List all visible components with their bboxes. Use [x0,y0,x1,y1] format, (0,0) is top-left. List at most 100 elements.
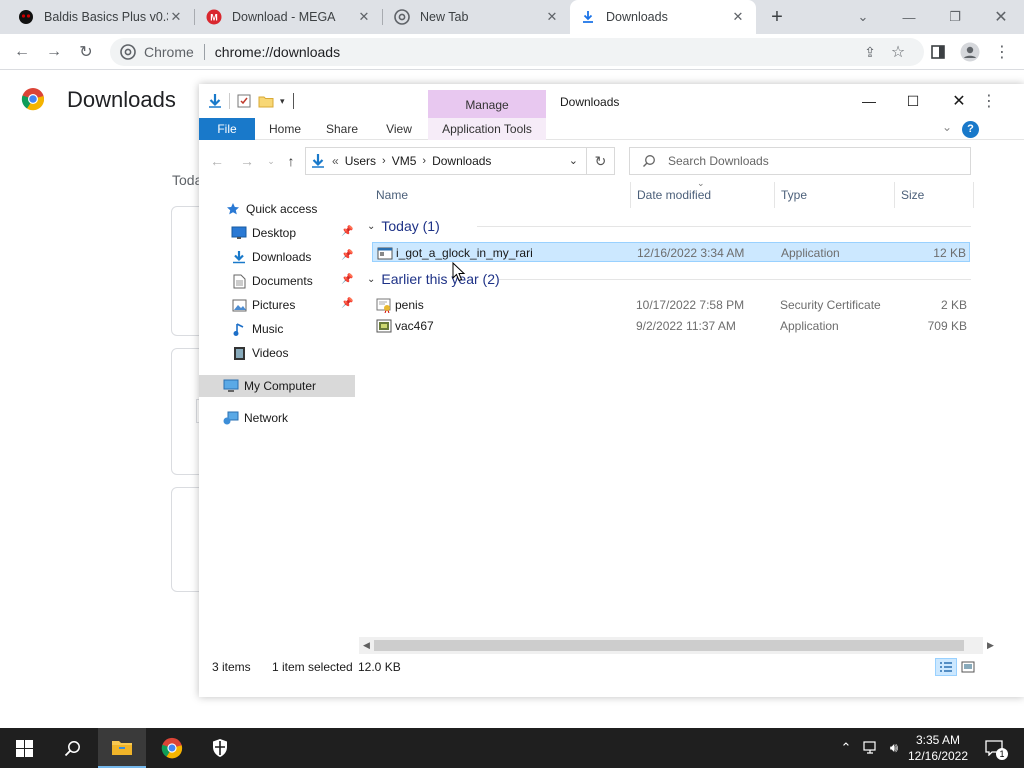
tab-baldis[interactable]: Baldis Basics Plus v0.3.3 ✕ [8,0,194,34]
restore-button[interactable]: ❐ [932,0,978,34]
network-icon [223,410,239,426]
forward-icon[interactable]: → [42,41,66,63]
breadcrumb-downloads[interactable]: Downloads [432,154,491,168]
taskbar-search-button[interactable] [48,728,96,768]
details-view-icon[interactable] [935,658,957,676]
scroll-left-icon[interactable]: ◀ [359,637,374,654]
address-history-icon[interactable]: ⌄ [569,154,578,167]
collapse-chevron-icon[interactable]: ⌄ [367,274,375,285]
notifications-button[interactable]: 1 [980,728,1008,768]
pin-icon[interactable]: 📌 [341,250,353,261]
nav-item-quick-access[interactable]: Quick access [199,198,355,220]
nav-item-videos[interactable]: Videos [199,342,355,364]
recent-locations-icon[interactable]: ⌄ [261,152,281,170]
large-icons-view-icon[interactable] [957,658,979,676]
help-icon[interactable]: ? [962,121,979,138]
nav-item-label: Desktop [252,226,297,240]
tab-downloads[interactable]: Downloads ✕ [570,0,756,34]
column-divider[interactable] [630,182,631,208]
tab-search-icon[interactable]: ⌄ [840,0,886,34]
address-bar[interactable]: Chrome chrome://downloads [110,38,924,66]
navigation-pane: Quick access Desktop 📌 Downloads 📌 Docum… [199,194,355,434]
close-icon[interactable]: ✕ [544,9,560,25]
show-hidden-icons-icon[interactable]: ⌃ [836,728,856,768]
group-header-today[interactable]: ⌄ Today (1) [367,215,971,237]
horizontal-scrollbar[interactable]: ◀ ▶ [359,637,994,654]
ribbon-tab-application-tools[interactable]: Application Tools [428,118,546,140]
refresh-icon[interactable]: ↻ [587,147,615,175]
manage-tab[interactable]: Manage [428,90,546,119]
chrome-icon [394,9,410,25]
hidden-path-icon[interactable]: « [332,154,339,168]
start-button[interactable] [0,728,48,768]
nav-item-music[interactable]: Music [199,318,355,340]
close-icon[interactable]: ✕ [730,9,746,25]
collapse-chevron-icon[interactable]: ⌄ [367,221,375,232]
taskbar-file-explorer[interactable] [98,728,146,768]
back-icon[interactable]: ← [10,41,34,63]
close-window-button[interactable]: ✕ [978,0,1024,34]
bookmark-star-icon[interactable]: ☆ [886,41,910,63]
profile-avatar-icon[interactable] [958,41,982,63]
back-arrow-icon[interactable]: ← [207,152,227,170]
pin-icon[interactable]: 📌 [341,226,353,237]
pin-icon[interactable]: 📌 [341,298,353,309]
nav-item-downloads[interactable]: Downloads 📌 [199,246,355,268]
ribbon-tab-file[interactable]: File [199,118,255,140]
column-divider[interactable] [774,182,775,208]
close-icon[interactable]: ✕ [168,9,184,25]
breadcrumb-chevron-icon[interactable]: › [422,155,426,167]
nav-item-network[interactable]: Network [199,407,355,429]
maximize-button[interactable]: ☐ [891,88,935,114]
breadcrumb-chevron-icon[interactable]: › [382,155,386,167]
properties-icon[interactable] [236,93,252,109]
file-row[interactable]: i_got_a_glock_in_my_rari 12/16/2022 3:34… [372,242,970,262]
close-icon[interactable]: ✕ [356,9,372,25]
status-item-count: 3 items [212,660,251,674]
nav-item-documents[interactable]: Documents 📌 [199,270,355,292]
column-header-type[interactable]: Type [781,182,807,208]
chrome-menu-icon[interactable]: ⋮ [990,41,1014,63]
up-arrow-icon[interactable]: ↑ [281,152,301,170]
column-divider[interactable] [973,182,974,208]
pin-icon[interactable]: 📌 [341,274,353,285]
customize-qat-icon[interactable]: ▾ [280,96,285,107]
taskbar-clock[interactable]: 3:35 AM 12/16/2022 [900,732,976,764]
ribbon-tab-share[interactable]: Share [319,118,365,140]
breadcrumb-users[interactable]: Users [345,154,376,168]
application-file-icon [376,319,392,333]
tab-new-tab[interactable]: New Tab ✕ [384,0,570,34]
expand-ribbon-icon[interactable]: ⌄ [942,120,952,134]
explorer-address-bar[interactable]: « Users › VM5 › Downloads ⌄ [305,147,587,175]
chrome-page-menu-icon[interactable]: ⋮ [967,88,1011,114]
new-folder-icon[interactable] [258,93,274,109]
reload-icon[interactable]: ↻ [74,41,98,63]
download-arrow-icon[interactable] [207,93,223,109]
forward-arrow-icon[interactable]: → [237,152,257,170]
taskbar-windows-security[interactable] [196,728,244,768]
file-row[interactable]: penis 10/17/2022 7:58 PM Security Certif… [372,295,970,315]
scroll-right-icon[interactable]: ▶ [983,637,998,654]
column-divider[interactable] [894,182,895,208]
nav-item-pictures[interactable]: Pictures 📌 [199,294,355,316]
network-tray-icon[interactable] [860,728,882,768]
nav-item-desktop[interactable]: Desktop 📌 [199,222,355,244]
scrollbar-thumb[interactable] [374,640,964,651]
breadcrumb-vm5[interactable]: VM5 [392,154,417,168]
column-header-size[interactable]: Size [901,182,924,208]
side-panel-icon[interactable] [926,41,950,63]
share-icon[interactable]: ⇪ [858,41,882,63]
ribbon-tab-view[interactable]: View [377,118,421,140]
search-input[interactable]: Search Downloads [629,147,971,175]
notification-count-badge: 1 [996,748,1008,760]
ribbon-tab-home[interactable]: Home [261,118,309,140]
minimize-button[interactable]: — [847,88,891,114]
minimize-button[interactable]: — [886,0,932,34]
column-header-name[interactable]: Name [376,182,408,208]
tab-mega[interactable]: M Download - MEGA ✕ [196,0,382,34]
new-tab-button[interactable]: + [766,6,788,28]
site-chip[interactable]: Chrome [120,44,194,60]
taskbar-chrome[interactable] [148,728,196,768]
file-row[interactable]: vac467 9/2/2022 11:37 AM Application 709… [372,316,970,336]
nav-item-my-computer[interactable]: My Computer [199,375,355,397]
